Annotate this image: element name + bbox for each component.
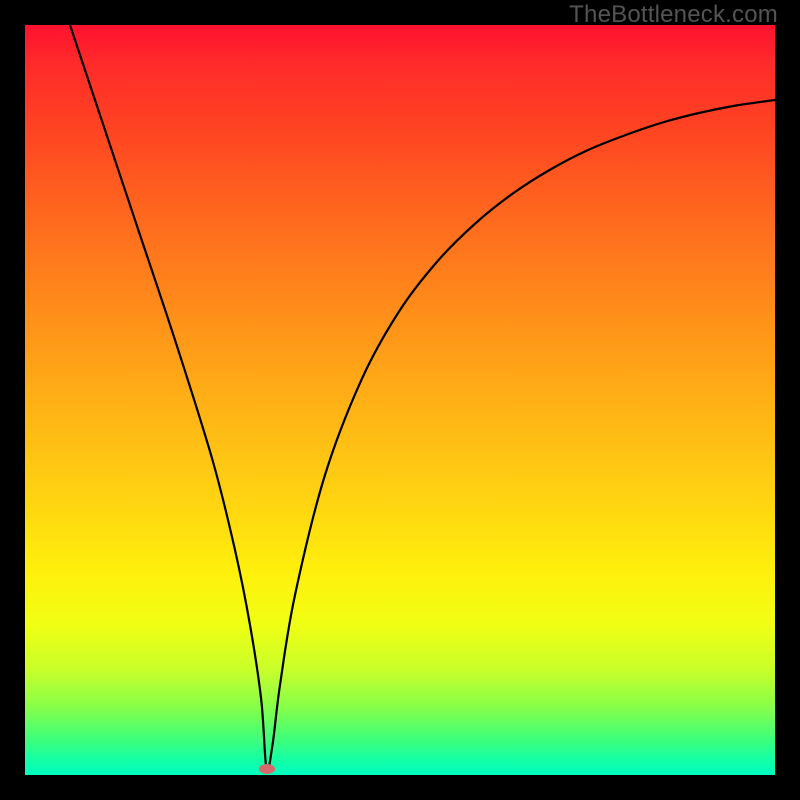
plot-area (25, 25, 775, 775)
chart-frame: TheBottleneck.com (0, 0, 800, 800)
curve-svg (25, 25, 775, 775)
min-marker (259, 764, 275, 774)
watermark-text: TheBottleneck.com (569, 1, 778, 29)
bottleneck-curve (70, 25, 775, 771)
